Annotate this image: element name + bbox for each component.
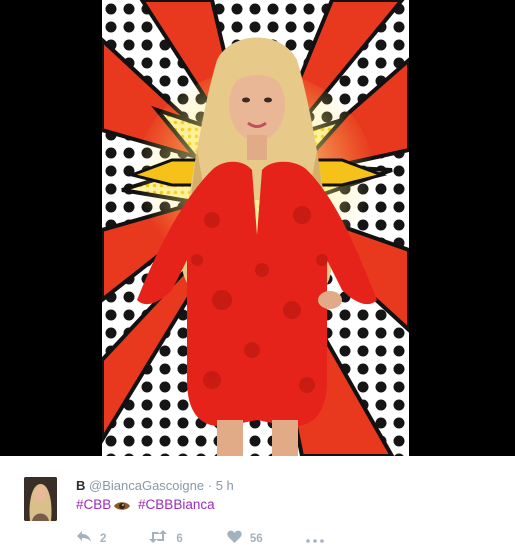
more-icon xyxy=(305,530,324,548)
reply-count: 2 xyxy=(100,533,107,545)
like-button[interactable]: 56 xyxy=(227,530,263,548)
tweet[interactable]: B @BiancaGascoigne · 5 h #CBB #CBBBianca… xyxy=(0,456,515,558)
tweet-media-area[interactable] xyxy=(0,0,515,456)
like-count: 56 xyxy=(249,533,263,545)
retweet-count: 6 xyxy=(176,533,183,545)
tweet-photo[interactable] xyxy=(102,0,409,456)
avatar[interactable] xyxy=(24,477,57,521)
avatar-image xyxy=(24,477,57,521)
reply-button[interactable]: 2 xyxy=(76,530,106,548)
tweet-content: B @BiancaGascoigne · 5 h #CBB #CBBBianca xyxy=(76,477,505,516)
eye-emoji-icon xyxy=(113,498,131,516)
tweet-text: #CBB #CBBBianca xyxy=(76,496,505,516)
display-name[interactable]: B xyxy=(76,478,85,493)
heart-icon xyxy=(227,530,242,548)
retweet-icon xyxy=(148,530,168,548)
retweet-button[interactable]: 6 xyxy=(148,530,183,548)
reply-icon xyxy=(76,530,92,548)
tweet-actions: 2 6 56 xyxy=(76,530,324,548)
more-button[interactable] xyxy=(305,530,324,548)
tweet-header: B @BiancaGascoigne · 5 h xyxy=(76,477,505,494)
hashtag-cbbbianca[interactable]: #CBBBianca xyxy=(138,497,215,512)
user-handle[interactable]: @BiancaGascoigne xyxy=(89,478,204,493)
tweet-timestamp[interactable]: 5 h xyxy=(216,478,234,493)
separator-dot: · xyxy=(207,478,213,493)
cbb-poster-illustration xyxy=(102,0,409,456)
hashtag-cbb[interactable]: #CBB xyxy=(76,497,111,512)
